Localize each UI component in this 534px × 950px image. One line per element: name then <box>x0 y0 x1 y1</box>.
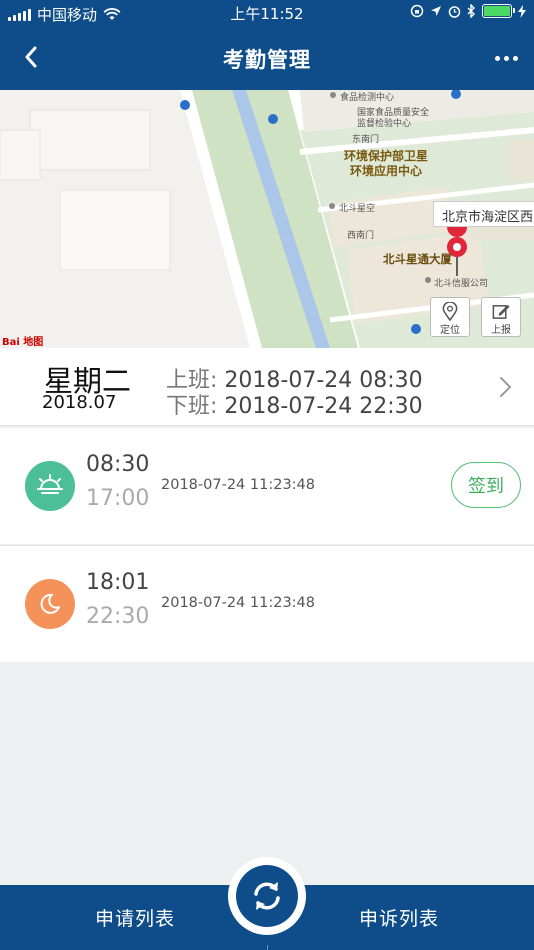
map-label-building: 北斗星通大厦 <box>383 252 452 266</box>
map-label-satellite: 环境保护部卫星 环境应用中心 <box>344 149 428 179</box>
month-label: 2018.07 <box>42 392 117 413</box>
bluetooth-icon <box>467 4 475 18</box>
tab-apply-list[interactable]: 申请列表 <box>20 885 250 950</box>
battery-icon <box>482 4 515 18</box>
locate-button[interactable]: 定位 <box>430 297 470 337</box>
charging-icon <box>518 4 526 18</box>
more-dot-icon <box>503 55 509 61</box>
alarm-icon <box>448 5 461 18</box>
map-label-satellite-line1: 环境保护部卫星 <box>344 149 429 163</box>
more-button[interactable] <box>490 48 522 68</box>
chevron-right-icon <box>500 377 512 397</box>
sunrise-icon <box>25 461 75 511</box>
map-label-food-center: 食品检测中心 <box>340 93 395 103</box>
tab-appeal-list[interactable]: 申诉列表 <box>284 885 514 950</box>
shift-end-time: 17:00 <box>86 486 150 511</box>
map-view[interactable]: 食品检测中心 国家食品质量安全 监督检验中心 东南门 环境保护部卫星 环境应用中… <box>0 90 534 348</box>
map-label-beidou-sky: 北斗星空 <box>339 204 376 214</box>
shift-timestamp: 2018-07-24 11:23:48 <box>161 595 315 611</box>
edit-icon <box>492 304 510 319</box>
refresh-button[interactable] <box>236 865 298 927</box>
map-label-west-gate: 西南门 <box>347 231 375 241</box>
map-label-satellite-line2: 环境应用中心 <box>350 164 423 178</box>
more-dot-icon <box>512 55 518 61</box>
map-label-service: 北斗信服公司 <box>434 279 489 289</box>
nav-bar: 考勤管理 <box>0 26 534 90</box>
tab-divider <box>267 945 268 950</box>
page-title: 考勤管理 <box>223 48 311 72</box>
location-pin-icon <box>442 302 458 321</box>
checkin-button[interactable]: 签到 <box>451 462 521 508</box>
status-right <box>410 4 526 18</box>
map-label-quality-2: 监督检验中心 <box>357 119 412 129</box>
shift-start-time: 08:30 <box>86 452 150 477</box>
shift-card-day: 08:30 17:00 2018-07-24 11:23:48 签到 <box>0 428 534 544</box>
shift-start-time: 18:01 <box>86 570 150 595</box>
report-button[interactable]: 上报 <box>481 297 521 337</box>
attendance-summary[interactable]: 星期二 2018.07 上班: 2018-07-24 08:30 下班: 201… <box>0 348 534 426</box>
off-duty-time: 2018-07-24 22:30 <box>224 394 423 419</box>
shift-card-night: 18:01 22:30 2018-07-24 11:23:48 <box>0 546 534 662</box>
lock-rotation-icon <box>410 4 424 18</box>
status-bar: 中国移动 上午11:52 <box>0 0 534 26</box>
more-dot-icon <box>494 55 500 61</box>
baidu-map-logo: Bai 地图 <box>2 337 44 348</box>
off-duty-label: 下班: <box>166 394 218 419</box>
refresh-icon <box>254 882 280 910</box>
location-arrow-icon <box>431 6 441 16</box>
shift-timestamp: 2018-07-24 11:23:48 <box>161 477 315 493</box>
report-label: 上报 <box>491 325 511 336</box>
address-callout: 北京市海淀区西 <box>433 201 534 227</box>
off-duty-line: 下班: 2018-07-24 22:30 <box>166 388 423 420</box>
moon-icon <box>25 579 75 629</box>
shift-end-time: 22:30 <box>86 604 150 629</box>
locate-label: 定位 <box>440 325 460 336</box>
map-label-east-gate: 东南门 <box>352 135 380 145</box>
